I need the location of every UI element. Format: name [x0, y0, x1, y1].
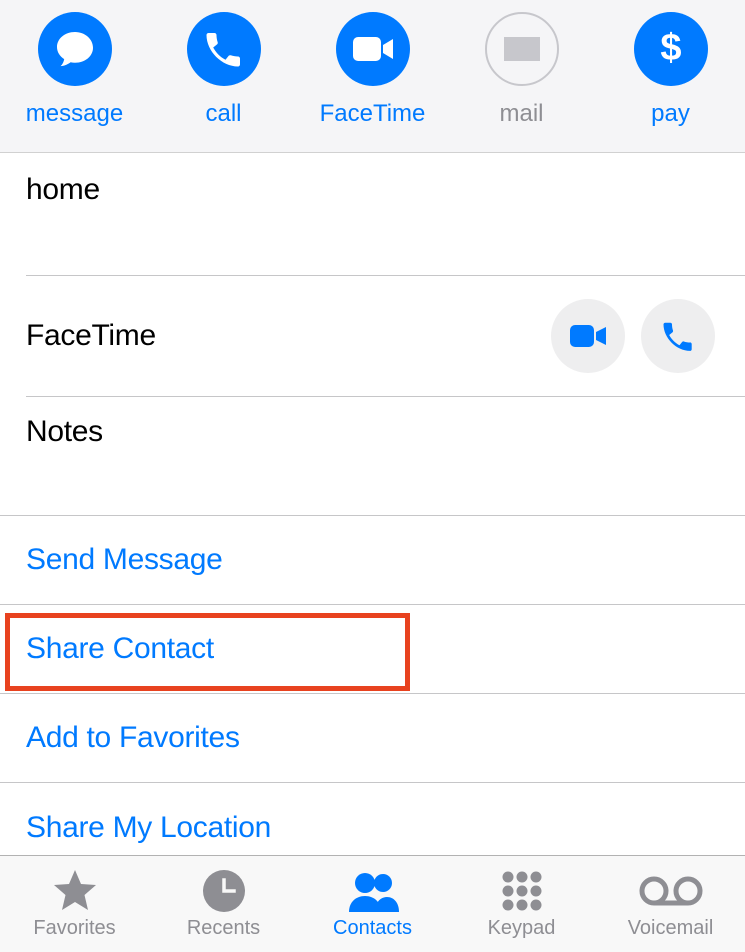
tab-contacts-label: Contacts — [333, 917, 412, 940]
message-icon — [38, 12, 112, 86]
call-button[interactable]: call — [150, 12, 297, 128]
notes-row[interactable]: Notes — [26, 397, 745, 515]
facetime-row: FaceTime — [26, 276, 745, 397]
notes-label: Notes — [26, 415, 103, 449]
add-favorites-link[interactable]: Add to Favorites — [0, 694, 745, 783]
pay-label: pay — [651, 100, 690, 128]
video-icon — [336, 12, 410, 86]
dollar-icon: $ — [634, 12, 708, 86]
voicemail-icon — [639, 868, 703, 914]
top-action-bar: message call FaceTime mail $ pay — [0, 0, 745, 153]
mail-icon — [485, 12, 559, 86]
contacts-icon — [345, 868, 401, 914]
add-favorites-label: Add to Favorites — [26, 721, 240, 755]
facetime-audio-button[interactable] — [641, 299, 715, 373]
clock-icon — [201, 868, 247, 914]
tab-keypad[interactable]: Keypad — [447, 868, 596, 940]
message-button[interactable]: message — [1, 12, 148, 128]
facetime-label: FaceTime — [320, 100, 426, 128]
facetime-button[interactable]: FaceTime — [299, 12, 446, 128]
mail-label: mail — [499, 100, 543, 128]
share-contact-link[interactable]: Share Contact — [0, 605, 745, 694]
tab-voicemail-label: Voicemail — [628, 917, 714, 940]
facetime-row-label: FaceTime — [26, 319, 156, 353]
call-label: call — [205, 100, 241, 128]
phone-icon — [187, 12, 261, 86]
send-message-label: Send Message — [26, 543, 223, 577]
phone-icon — [660, 318, 696, 354]
video-icon — [568, 322, 608, 350]
facetime-buttons — [551, 299, 715, 373]
tab-contacts[interactable]: Contacts — [298, 868, 447, 940]
tab-voicemail[interactable]: Voicemail — [596, 868, 745, 940]
keypad-icon — [499, 868, 545, 914]
tab-recents-label: Recents — [187, 917, 260, 940]
tab-favorites[interactable]: Favorites — [0, 868, 149, 940]
message-label: message — [26, 100, 123, 128]
contact-details: home FaceTime Notes — [0, 153, 745, 515]
mail-button[interactable]: mail — [448, 12, 595, 128]
tab-recents[interactable]: Recents — [149, 868, 298, 940]
home-label: home — [26, 173, 100, 207]
star-icon — [51, 868, 99, 914]
svg-text:$: $ — [660, 28, 681, 69]
send-message-link[interactable]: Send Message — [0, 516, 745, 605]
tab-favorites-label: Favorites — [33, 917, 115, 940]
tab-bar: Favorites Recents Contacts Keypad Voicem… — [0, 855, 745, 952]
pay-button[interactable]: $ pay — [597, 12, 744, 128]
action-links: Send Message Share Contact Add to Favori… — [0, 515, 745, 872]
home-row[interactable]: home — [26, 157, 745, 276]
share-contact-label: Share Contact — [26, 632, 214, 666]
share-location-label: Share My Location — [26, 811, 271, 845]
tab-keypad-label: Keypad — [488, 917, 556, 940]
facetime-video-button[interactable] — [551, 299, 625, 373]
